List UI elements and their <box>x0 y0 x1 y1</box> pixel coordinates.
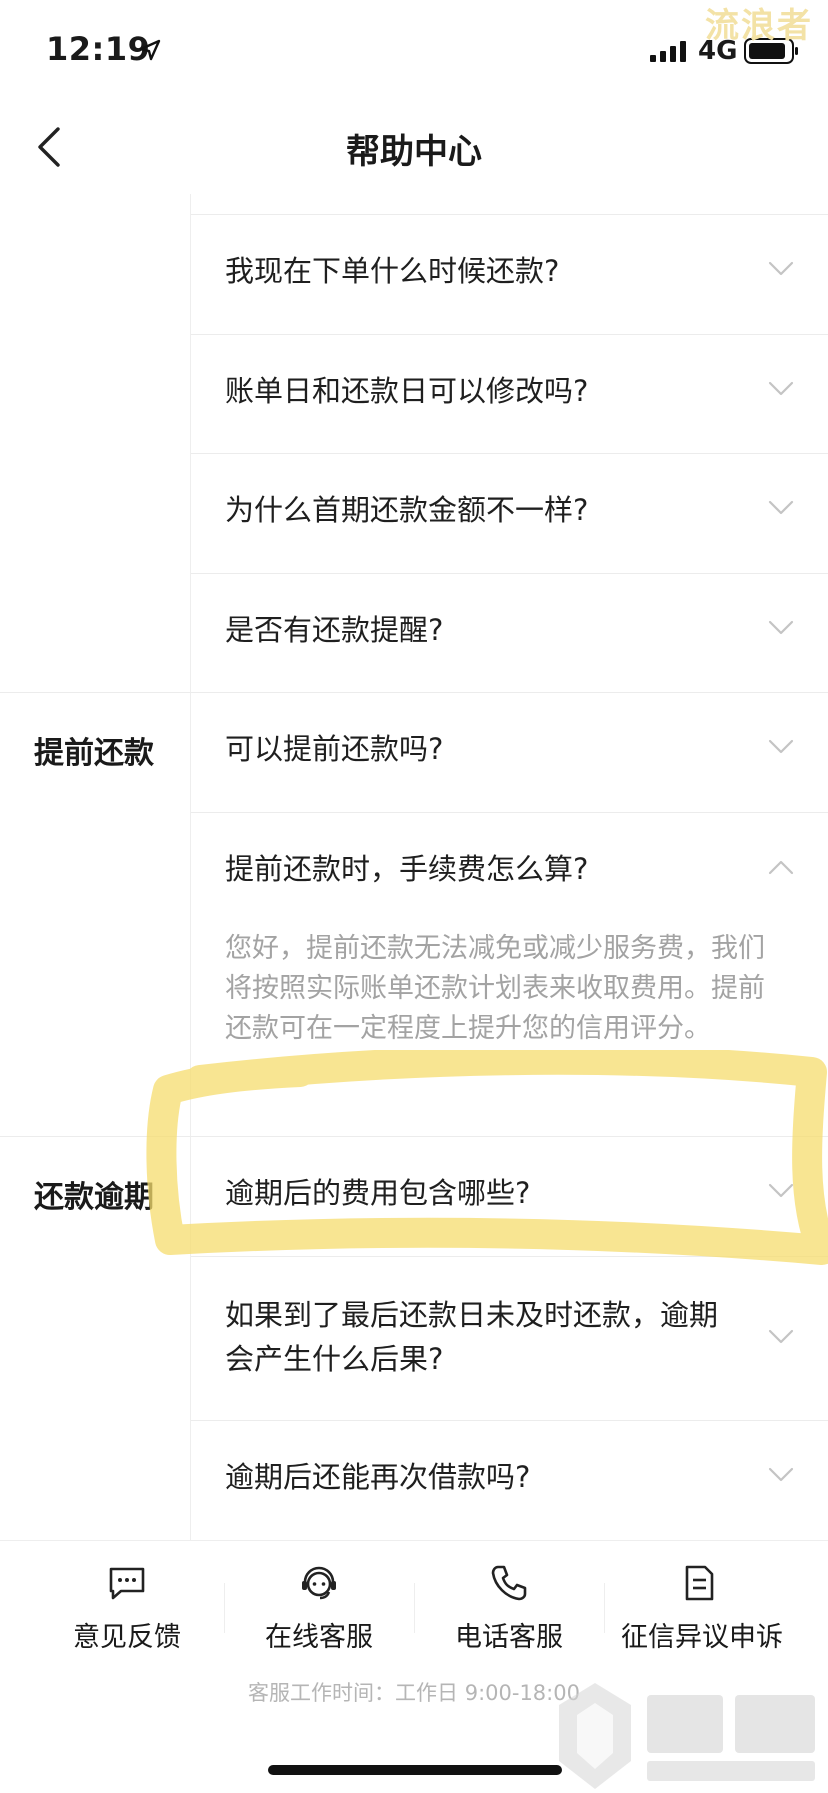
location-arrow-icon <box>139 39 161 61</box>
bottom-toolbar: 意见反馈 在线客服 电话客服 征信异议申诉 客服工作时间：工作日 9:00-18… <box>0 1540 828 1793</box>
page-title: 帮助中心 <box>346 132 482 172</box>
faq-question: 如果到了最后还款日未及时还款，逾期会产生什么后果? <box>225 1298 719 1376</box>
faq-question: 账单日和还款日可以修改吗? <box>225 374 589 408</box>
black-cat-watermark-logo <box>559 1683 815 1789</box>
faq-question: 逾期后还能再次借款吗? <box>225 1460 531 1494</box>
faq-content[interactable]: 提前还款 还款逾期 我现在下单什么时候还款? 账单日和还款日可以修改吗? 为什么… <box>0 194 828 1540</box>
online-service-tab[interactable]: 在线客服 <box>224 1541 414 1661</box>
feedback-tab[interactable]: 意见反馈 <box>32 1541 222 1661</box>
chevron-down-icon <box>768 1467 794 1482</box>
faq-question: 为什么首期还款金额不一样? <box>225 493 589 527</box>
chevron-down-icon <box>768 1183 794 1198</box>
signal-icon <box>650 41 686 62</box>
document-icon <box>685 1565 714 1601</box>
faq-item-expanded[interactable]: 提前还款时，手续费怎么算? 您好，提前还款无法减免或减少服务费，我们将按照实际账… <box>191 812 828 1137</box>
chevron-down-icon <box>768 620 794 635</box>
category-label: 提前还款 <box>34 736 154 771</box>
faq-question: 提前还款时，手续费怎么算? <box>225 852 589 886</box>
nav-header: 帮助中心 <box>0 100 828 194</box>
faq-item[interactable]: 为什么首期还款金额不一样? <box>191 453 828 574</box>
phone-icon <box>491 1565 527 1601</box>
tab-label: 在线客服 <box>265 1622 373 1653</box>
chevron-down-icon <box>768 500 794 515</box>
faq-question: 我现在下单什么时候还款? <box>225 254 560 288</box>
faq-question: 是否有还款提醒? <box>225 613 444 647</box>
tab-label: 征信异议申诉 <box>621 1622 783 1653</box>
faq-item[interactable]: 账单日和还款日可以修改吗? <box>191 334 828 454</box>
chevron-down-icon <box>768 739 794 754</box>
credit-appeal-tab[interactable]: 征信异议申诉 <box>604 1541 800 1661</box>
watermark-text: 流浪者 <box>705 6 813 46</box>
phone-service-tab[interactable]: 电话客服 <box>414 1541 604 1661</box>
faq-question: 逾期后的费用包含哪些? <box>225 1176 531 1210</box>
faq-item[interactable]: 我现在下单什么时候还款? <box>191 214 828 335</box>
faq-item[interactable]: 如果到了最后还款日未及时还款，逾期会产生什么后果? <box>191 1256 828 1421</box>
status-bar: 12:19 4G 流浪者 <box>0 0 828 100</box>
tab-label: 电话客服 <box>455 1622 563 1653</box>
faq-answer: 您好，提前还款无法减免或减少服务费，我们将按照实际账单还款计划表来收取费用。提前… <box>225 933 765 1044</box>
headset-icon <box>302 1566 336 1600</box>
faq-item[interactable]: 可以提前还款吗? <box>191 692 828 813</box>
chevron-down-icon <box>768 381 794 396</box>
faq-item[interactable]: 是否有还款提醒? <box>191 573 828 693</box>
faq-item[interactable]: 逾期后的费用包含哪些? <box>191 1136 828 1257</box>
category-overdue[interactable]: 还款逾期 <box>0 1136 190 1540</box>
chevron-up-icon <box>768 860 794 875</box>
faq-item[interactable]: 逾期后还能再次借款吗? <box>191 1420 828 1540</box>
chevron-down-icon <box>768 1329 794 1344</box>
status-time: 12:19 <box>46 30 151 68</box>
faq-question: 可以提前还款吗? <box>225 732 444 766</box>
tab-label: 意见反馈 <box>73 1622 181 1653</box>
home-indicator[interactable] <box>268 1765 562 1775</box>
category-label: 还款逾期 <box>34 1180 154 1215</box>
feedback-icon <box>109 1567 145 1600</box>
chevron-down-icon <box>768 261 794 276</box>
